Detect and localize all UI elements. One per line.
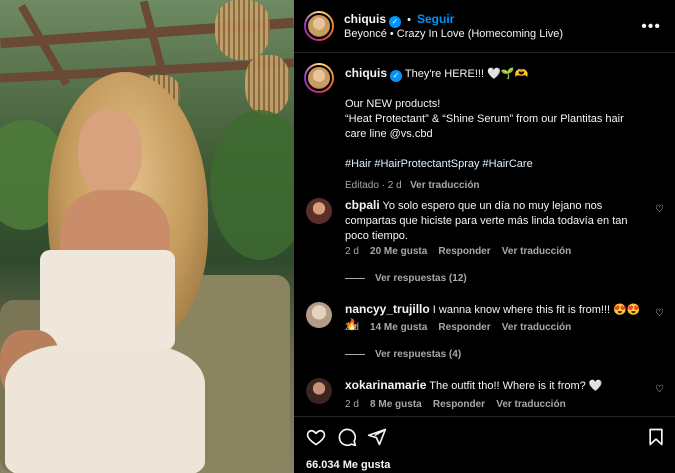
instagram-post: chiquis ✓ • Seguir Beyoncé • Crazy In Lov… [0, 0, 675, 473]
comment-username[interactable]: nancyy_trujillo [345, 302, 430, 316]
caption-line3: “Heat Protectant” & “Shine Serum” from o… [345, 113, 624, 140]
comment-translate[interactable]: Ver traducción [502, 322, 571, 333]
caption-avatar[interactable] [304, 63, 334, 93]
caption-username[interactable]: chiquis [345, 66, 387, 80]
caption-hashtags[interactable]: #Hair #HairProtectantSpray #HairCare [345, 157, 645, 172]
comment-age: 2 d [345, 322, 359, 333]
lantern [215, 0, 270, 60]
comment-likes[interactable]: 8 Me gusta [370, 399, 422, 410]
comment-translate[interactable]: Ver traducción [502, 246, 571, 257]
comment-avatar[interactable] [306, 198, 332, 224]
comment-meta: 2 d 20 Me gusta Responder Ver traducción [345, 246, 571, 257]
caption-translate[interactable]: Ver traducción [410, 180, 479, 191]
likes-count[interactable]: 66.034 Me gusta [306, 459, 390, 471]
post-actions: 66.034 Me gusta [294, 416, 675, 473]
replies-label: Ver respuestas (4) [375, 349, 462, 360]
comment-meta: 2 d 14 Me gusta Responder Ver traducción [345, 322, 571, 333]
comment-reply-button[interactable]: Responder [438, 246, 490, 257]
comment-like-icon[interactable]: ♡ [655, 384, 665, 395]
comment-username[interactable]: cbpali [345, 198, 380, 212]
foliage [210, 110, 294, 260]
like-icon[interactable] [306, 427, 326, 447]
comment-translate[interactable]: Ver traducción [496, 399, 565, 410]
comment-text: Yo solo espero que un día no muy lejano … [345, 200, 628, 242]
comment: xokarinamarie The outfit tho!! Where is … [345, 378, 645, 394]
caption: chiquis ✓ They're HERE!!! 🤍🌱🫶 Our NEW pro… [345, 66, 645, 193]
separator: • [407, 14, 411, 26]
comment-likes[interactable]: 14 Me gusta [370, 322, 427, 333]
comment-username[interactable]: xokarinamarie [345, 378, 426, 392]
comment-likes[interactable]: 20 Me gusta [370, 246, 427, 257]
view-replies-button[interactable]: Ver respuestas (4) [345, 349, 461, 360]
share-icon[interactable] [367, 427, 387, 447]
comment-icon[interactable] [337, 427, 357, 447]
comment-avatar[interactable] [306, 378, 332, 404]
comment-reply-button[interactable]: Responder [438, 322, 490, 333]
lantern [245, 55, 290, 115]
face [78, 110, 142, 198]
post-photo[interactable] [0, 0, 294, 473]
top-garment [40, 250, 175, 350]
view-replies-button[interactable]: Ver respuestas (12) [345, 273, 467, 284]
skirt [5, 345, 205, 473]
comment-like-icon[interactable]: ♡ [655, 308, 665, 319]
comment-reply-button[interactable]: Responder [433, 399, 485, 410]
verified-icon: ✓ [390, 70, 403, 82]
verified-icon: ✓ [389, 16, 402, 28]
post-panel: chiquis ✓ • Seguir Beyoncé • Crazy In Lov… [294, 0, 675, 473]
post-header: chiquis ✓ • Seguir Beyoncé • Crazy In Lov… [294, 0, 675, 53]
caption-edited: Editado · 2 d [345, 180, 402, 191]
comment: cbpali Yo solo espero que un día no muy … [345, 198, 645, 244]
audio-track[interactable]: Beyoncé • Crazy In Love (Homecoming Live… [344, 28, 563, 40]
save-icon[interactable] [646, 427, 666, 447]
comment-age: 2 d [345, 399, 359, 410]
comment-meta: 2 d 8 Me gusta Responder Ver traducción [345, 399, 566, 410]
follow-button[interactable]: Seguir [417, 12, 454, 26]
comment-age: 2 d [345, 246, 359, 257]
avatar[interactable] [304, 11, 334, 41]
header-username[interactable]: chiquis [344, 12, 386, 26]
replies-label: Ver respuestas (12) [375, 273, 467, 284]
comment-text: The outfit tho!! Where is it from? 🤍 [429, 380, 603, 392]
caption-line1: They're HERE!!! 🤍🌱🫶 [404, 68, 529, 80]
caption-line2: Our NEW products! [345, 98, 441, 110]
comment-like-icon[interactable]: ♡ [655, 204, 665, 215]
header-title: chiquis ✓ • Seguir [344, 12, 454, 28]
more-options-icon[interactable]: ••• [641, 18, 661, 36]
comment-avatar[interactable] [306, 302, 332, 328]
